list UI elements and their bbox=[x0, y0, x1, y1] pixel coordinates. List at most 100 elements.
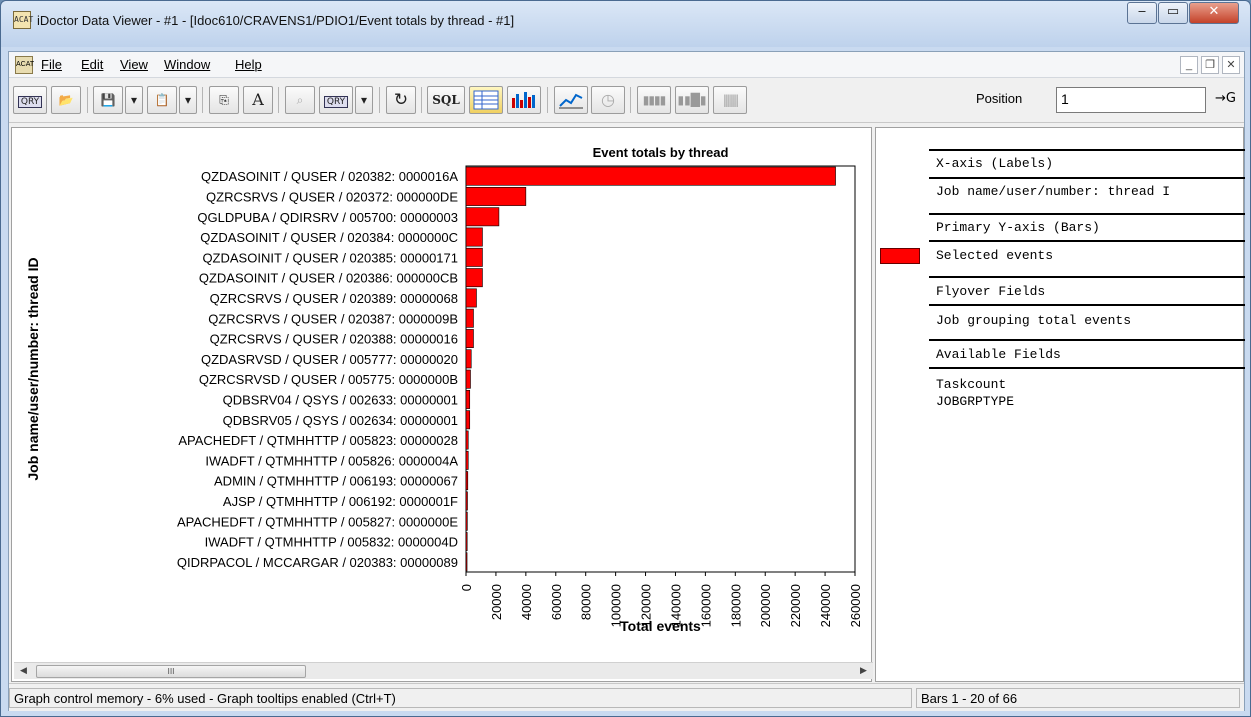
horizontal-scrollbar[interactable]: ◀ III ▶ bbox=[14, 662, 873, 679]
mdi-restore-button[interactable]: ❐ bbox=[1201, 56, 1219, 74]
toolbar-separator bbox=[630, 87, 631, 113]
bar[interactable] bbox=[465, 450, 469, 470]
toolbar: QRY 📂 💾 ▾ 📋 ▾ ⎘ A ⌕ QRY ▾ ↻ SQL ◷ ▮▮▮▮ ▮… bbox=[9, 79, 1244, 123]
category-label: IWADFT / QTMHHTTP / 005832: 0000004D bbox=[205, 535, 458, 550]
bar[interactable] bbox=[465, 308, 474, 328]
available-field-item[interactable]: Taskcount bbox=[936, 377, 1006, 392]
minimize-button[interactable]: ‒ bbox=[1127, 2, 1157, 24]
query-dropdown-icon[interactable]: ▾ bbox=[355, 86, 373, 114]
clock-icon[interactable]: ◷ bbox=[591, 86, 625, 114]
bar[interactable] bbox=[465, 166, 836, 186]
bar[interactable] bbox=[465, 207, 500, 227]
divider bbox=[929, 276, 1245, 278]
x-axis-field[interactable]: Job name/user/number: thread I bbox=[936, 184, 1170, 199]
status-bar: Graph control memory - 6% used - Graph t… bbox=[9, 683, 1244, 711]
category-label: QDBSRV04 / QSYS / 002633: 00000001 bbox=[223, 392, 458, 407]
bar[interactable] bbox=[465, 430, 469, 450]
x-tick-label: 200000 bbox=[758, 584, 773, 627]
toolbar-separator bbox=[87, 87, 88, 113]
table-view-icon[interactable] bbox=[469, 86, 503, 114]
scroll-thumb[interactable]: III bbox=[36, 665, 306, 678]
toolbar-separator bbox=[278, 87, 279, 113]
zoom-in-icon[interactable]: ||||||| bbox=[713, 86, 747, 114]
x-tick-label: 220000 bbox=[788, 584, 803, 627]
bar[interactable] bbox=[465, 247, 483, 267]
properties-dropdown-icon[interactable]: ▾ bbox=[179, 86, 197, 114]
document-icon[interactable]: ACAT bbox=[15, 56, 34, 74]
bar[interactable] bbox=[465, 268, 483, 288]
x-axis-label: Total events bbox=[620, 618, 701, 634]
plot-area bbox=[465, 165, 856, 573]
position-label: Position bbox=[976, 91, 1023, 106]
app-icon[interactable]: ACAT bbox=[13, 11, 33, 29]
bar[interactable] bbox=[465, 227, 483, 247]
x-tick-label: 40000 bbox=[519, 584, 534, 620]
sql-button[interactable]: SQL bbox=[427, 86, 465, 114]
status-bar-count: Bars 1 - 20 of 66 bbox=[916, 688, 1240, 708]
bar[interactable] bbox=[465, 532, 468, 551]
category-label: ADMIN / QTMHHTTP / 006193: 00000067 bbox=[214, 474, 458, 489]
menu-view[interactable]: View bbox=[120, 57, 148, 72]
category-label: QZRCSRVS / QUSER / 020388: 00000016 bbox=[210, 332, 458, 347]
refresh-icon[interactable]: ↻ bbox=[386, 86, 416, 114]
bar[interactable] bbox=[465, 410, 471, 430]
maximize-button[interactable]: ▭ bbox=[1158, 2, 1188, 24]
divider bbox=[929, 177, 1245, 179]
bar[interactable] bbox=[465, 552, 468, 572]
mdi-close-button[interactable]: ✕ bbox=[1222, 56, 1240, 74]
y-axis-field[interactable]: Selected events bbox=[936, 248, 1053, 263]
query-icon[interactable]: QRY bbox=[13, 86, 47, 114]
bar[interactable] bbox=[465, 491, 468, 511]
category-label: IWADFT / QTMHHTTP / 005826: 0000004A bbox=[205, 453, 458, 468]
properties-icon[interactable]: 📋 bbox=[147, 86, 177, 114]
category-label: QZDASRVSD / QUSER / 005777: 00000020 bbox=[201, 352, 458, 367]
menu-file[interactable]: File bbox=[41, 57, 62, 72]
graph-view-icon[interactable] bbox=[507, 86, 541, 114]
x-tick-label: 180000 bbox=[728, 584, 743, 627]
copy-icon[interactable]: ⎘ bbox=[209, 86, 239, 114]
bar[interactable] bbox=[465, 511, 468, 531]
category-label: APACHEDFT / QTMHHTTP / 005823: 00000028 bbox=[178, 433, 458, 448]
scroll-left-icon[interactable]: ◀ bbox=[15, 664, 32, 679]
status-message: Graph control memory - 6% used - Graph t… bbox=[9, 688, 912, 708]
mdi-minimize-button[interactable]: _ bbox=[1180, 56, 1198, 74]
scroll-right-icon[interactable]: ▶ bbox=[855, 664, 872, 679]
bar[interactable] bbox=[465, 288, 477, 308]
menu-bar: ACAT File Edit View Window Help _ ❐ ✕ bbox=[9, 52, 1244, 78]
category-label: QDBSRV05 / QSYS / 002634: 00000001 bbox=[223, 413, 458, 428]
chart-pane: Event totals by thread QZDASOINIT / QUSER… bbox=[11, 127, 873, 682]
available-field-item[interactable]: JOBGRPTYPE bbox=[936, 394, 1014, 409]
menu-window[interactable]: Window bbox=[164, 57, 210, 72]
line-graph-icon[interactable] bbox=[554, 86, 588, 114]
toolbar-separator bbox=[547, 87, 548, 113]
title-bar[interactable]: ACAT iDoctor Data Viewer - #1 - [Idoc610… bbox=[1, 1, 1250, 47]
category-label: QZRCSRVSD / QUSER / 005775: 0000000B bbox=[199, 372, 458, 387]
bar[interactable] bbox=[465, 471, 469, 491]
available-header: Available Fields bbox=[936, 347, 1061, 362]
go-button[interactable]: →G bbox=[1215, 91, 1236, 106]
font-button[interactable]: A bbox=[243, 86, 273, 114]
query-options-icon[interactable]: QRY bbox=[319, 86, 353, 114]
zoom-fit-icon[interactable]: ▮▮█▮ bbox=[675, 86, 709, 114]
bar[interactable] bbox=[465, 349, 472, 369]
field-settings-pane: X-axis (Labels) Job name/user/number: th… bbox=[875, 127, 1245, 682]
close-button[interactable]: ✕ bbox=[1189, 2, 1239, 24]
filter-icon[interactable]: ⌕ bbox=[285, 86, 315, 114]
zoom-out-icon[interactable]: ▮▮▮▮ bbox=[637, 86, 671, 114]
save-icon[interactable]: 💾 bbox=[93, 86, 123, 114]
category-label: QZDASOINIT / QUSER / 020386: 000000CB bbox=[199, 271, 458, 286]
menu-edit[interactable]: Edit bbox=[81, 57, 103, 72]
bar[interactable] bbox=[465, 329, 474, 348]
bar[interactable] bbox=[465, 369, 471, 389]
bar[interactable] bbox=[465, 389, 471, 409]
save-dropdown-icon[interactable]: ▾ bbox=[125, 86, 143, 114]
position-input[interactable]: 1 bbox=[1056, 87, 1206, 113]
category-label: QZDASOINIT / QUSER / 020385: 00000171 bbox=[202, 250, 458, 265]
menu-help[interactable]: Help bbox=[235, 57, 262, 72]
series-color-swatch[interactable] bbox=[880, 248, 920, 264]
bar[interactable] bbox=[465, 186, 527, 206]
open-folder-icon[interactable]: 📂 bbox=[51, 86, 81, 114]
category-label: QZRCSRVS / QUSER / 020389: 00000068 bbox=[210, 291, 458, 306]
flyover-field[interactable]: Job grouping total events bbox=[936, 313, 1131, 328]
bar-chart[interactable]: Event totals by thread QZDASOINIT / QUSER… bbox=[12, 128, 871, 663]
